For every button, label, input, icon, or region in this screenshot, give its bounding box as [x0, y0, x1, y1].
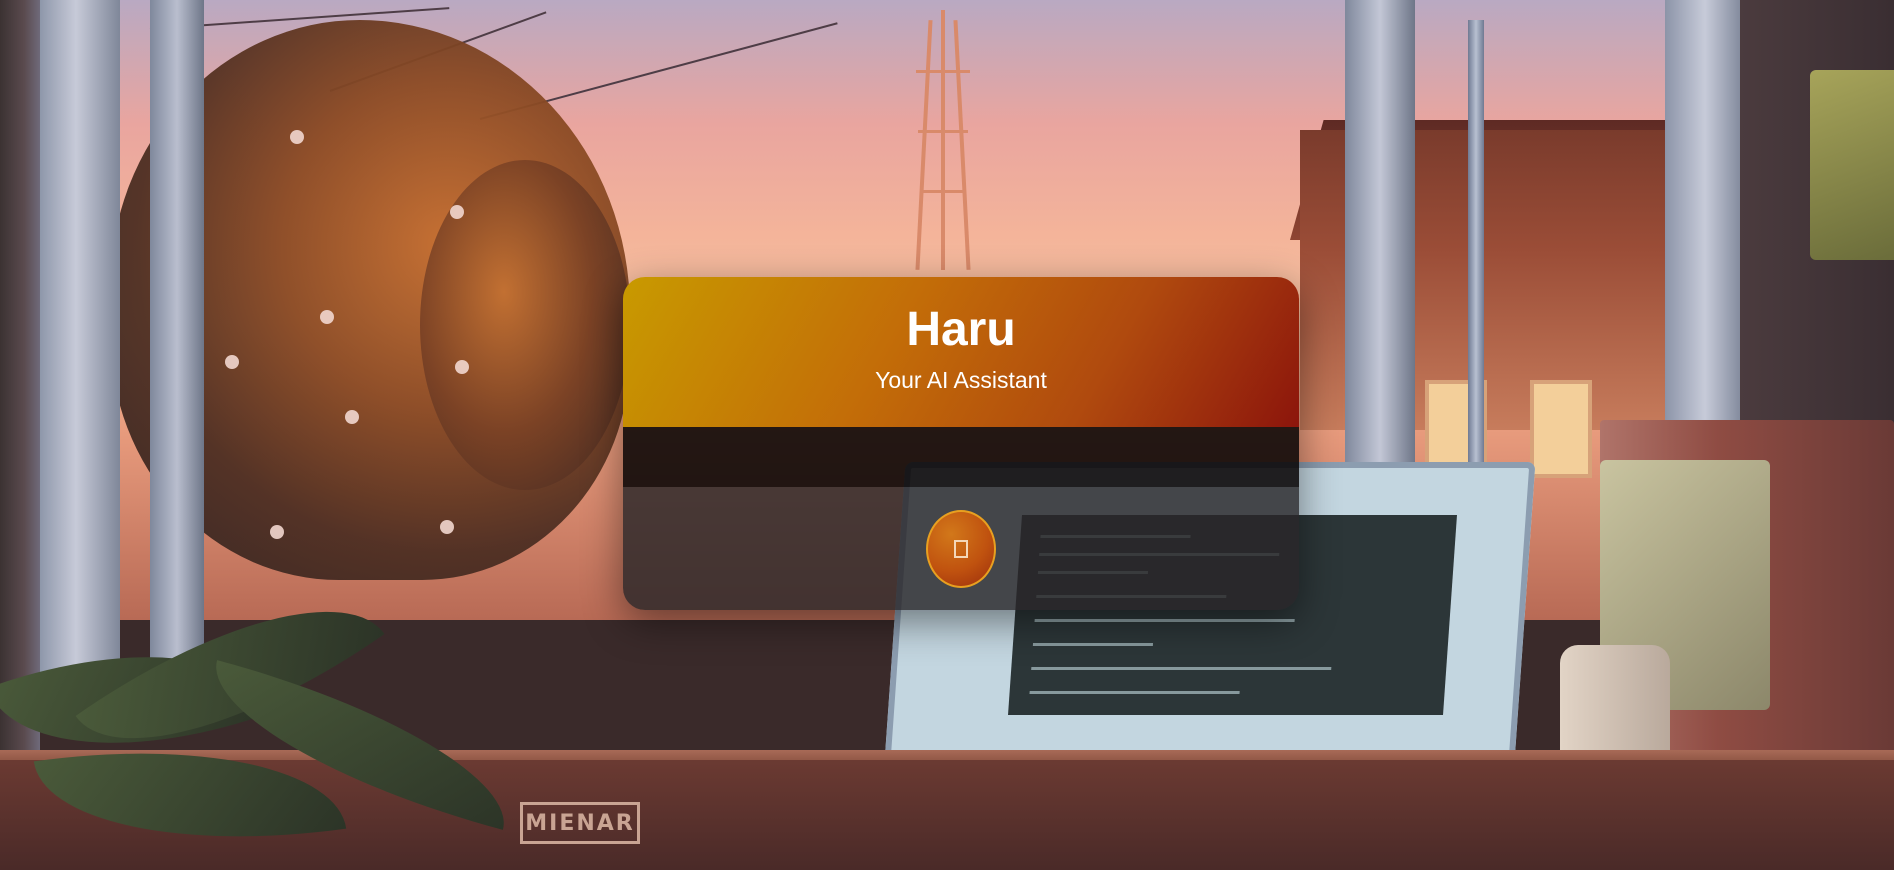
flower: [440, 520, 454, 534]
card-header: Haru Your AI Assistant: [623, 277, 1299, 427]
flower: [320, 310, 334, 324]
flower: [290, 130, 304, 144]
microphone-icon: [954, 539, 968, 558]
left-wall: [0, 0, 40, 870]
app-subtitle: Your AI Assistant: [875, 366, 1047, 393]
flower: [455, 360, 469, 374]
wall-pennant: [1810, 70, 1894, 260]
house-window: [1530, 380, 1592, 478]
flower: [270, 525, 284, 539]
card-footer: [623, 487, 1299, 610]
window-frame: [40, 0, 120, 720]
flower: [225, 355, 239, 369]
window-frame: [150, 0, 204, 700]
desk-signature: MIENAR: [520, 802, 640, 844]
assistant-card: Haru Your AI Assistant: [623, 277, 1299, 610]
flower: [345, 410, 359, 424]
messages-area: [623, 427, 1299, 487]
flower: [450, 205, 464, 219]
mic-button[interactable]: [926, 509, 996, 588]
app-title: Haru: [906, 303, 1016, 357]
